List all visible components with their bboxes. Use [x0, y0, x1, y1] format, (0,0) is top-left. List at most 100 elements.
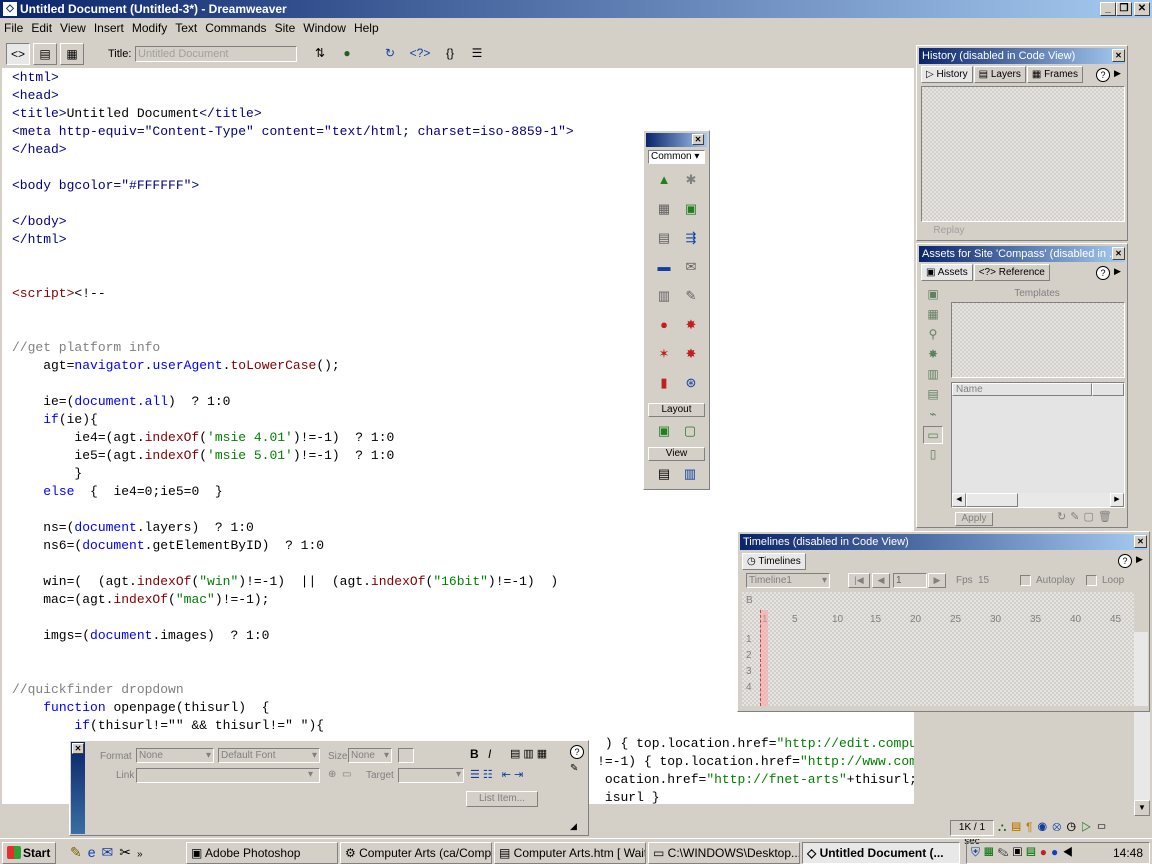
more-chevron-icon[interactable]: »	[137, 849, 149, 860]
colors-icon[interactable]: ▦	[923, 306, 943, 324]
title-input[interactable]: Untitled Document	[135, 46, 297, 62]
assets-scroll-thumb[interactable]	[966, 493, 1018, 507]
browse-folder-icon[interactable]: ▭	[342, 769, 351, 780]
urls-icon[interactable]: ⚲	[923, 326, 943, 344]
list-indent-icons[interactable]: ☰☷ ⇤⇥	[470, 768, 526, 781]
templates-icon[interactable]: ▭	[923, 426, 943, 444]
assets-apply-button[interactable]: Apply	[955, 512, 993, 526]
timelines-close-icon[interactable]: ✕	[1134, 535, 1147, 548]
objects-panel-close-icon[interactable]: ✕	[692, 134, 704, 145]
assets-name-header[interactable]: Name	[952, 383, 1092, 396]
tab-assets[interactable]: ▣ Assets	[921, 264, 973, 281]
autoplay-checkbox[interactable]	[1020, 575, 1031, 586]
rollover-image-icon[interactable]: ✱	[679, 169, 703, 193]
tab-timelines[interactable]: ◷ Timelines	[742, 553, 806, 570]
rewind-icon[interactable]: |◀	[848, 573, 870, 588]
code-line[interactable]	[12, 501, 914, 519]
code-line[interactable]	[12, 375, 914, 393]
menu-insert[interactable]: Insert	[90, 18, 128, 38]
flash-button-icon[interactable]: ▮	[652, 372, 676, 396]
scroll-right-icon[interactable]: ▶	[1110, 493, 1124, 507]
standard-view-icon[interactable]: ▤	[652, 463, 676, 487]
play-icon[interactable]: ▶	[928, 573, 946, 588]
tab-reference[interactable]: <?> Reference	[973, 264, 1050, 281]
code-line[interactable]: if(ie){	[12, 411, 914, 429]
horizontal-rule-icon[interactable]: ▬	[652, 256, 676, 280]
close-button[interactable]: ✕	[1134, 2, 1150, 16]
fireworks-html-icon[interactable]: ●	[652, 314, 676, 338]
network-icon[interactable]: ▦	[984, 845, 998, 859]
assets-launcher-icon[interactable]: ▤	[1011, 820, 1026, 834]
italic-icon[interactable]: I	[488, 747, 491, 761]
code-line[interactable]: <html>	[12, 69, 914, 87]
pen-icon[interactable]: ✎	[998, 845, 1013, 859]
code-line[interactable]: <body bgcolor="#FFFFFF">	[12, 177, 914, 195]
code-line[interactable]	[12, 249, 914, 267]
site-icon[interactable]: ⛬	[998, 820, 1011, 834]
tab-frames[interactable]: ▦ Frames	[1026, 66, 1083, 83]
timelines-arrow-icon[interactable]: ▶	[1136, 554, 1143, 565]
volume-icon[interactable]: ◀	[1062, 845, 1077, 859]
code-navigation-icon[interactable]: {}	[438, 43, 462, 65]
code-line[interactable]	[12, 303, 914, 321]
link-dropdown-icon[interactable]: ▾	[308, 769, 313, 780]
blue-icon[interactable]: ●	[1051, 845, 1062, 859]
scripts-icon[interactable]: ⌁	[923, 406, 943, 424]
code-line[interactable]: <head>	[12, 87, 914, 105]
timeline-select[interactable]: Timeline1 ▾	[746, 573, 830, 588]
standard-layout-icon[interactable]: ▣	[652, 420, 676, 444]
antivirus-icon[interactable]: ●	[1040, 845, 1051, 859]
edit-icon[interactable]: ✎	[1070, 511, 1083, 523]
image-icon[interactable]: ▲	[652, 169, 676, 193]
replay-button[interactable]: Replay	[923, 224, 975, 238]
layout-view-icon[interactable]: ▥	[678, 463, 702, 487]
menu-modify[interactable]: Modify	[128, 18, 171, 38]
email-link-icon[interactable]: ✉	[679, 256, 703, 280]
code-line[interactable]: }	[12, 465, 914, 483]
code-view-button[interactable]: <>	[6, 43, 30, 65]
history-help-icon[interactable]: ?	[1096, 68, 1110, 82]
code-line[interactable]	[12, 159, 914, 177]
tab-layers[interactable]: ▤ Layers	[973, 66, 1026, 83]
scroll-down-icon[interactable]: ▼	[1134, 800, 1150, 816]
code-line[interactable]: </html>	[12, 231, 914, 249]
menu-text[interactable]: Text	[171, 18, 201, 38]
reference-icon[interactable]: <?>	[405, 43, 435, 65]
color-swatch[interactable]	[398, 748, 414, 763]
bold-icon[interactable]: B	[470, 747, 479, 761]
navigation-bar-icon[interactable]: ⇶	[679, 227, 703, 251]
new-icon[interactable]: ▢	[1083, 511, 1097, 523]
point-to-file-icon[interactable]: ⊕	[328, 769, 336, 780]
menu-view[interactable]: View	[56, 18, 90, 38]
properties-help-icon[interactable]: ?	[570, 745, 584, 759]
timelines-help-icon[interactable]: ?	[1118, 554, 1132, 568]
preview-globe-icon[interactable]: ●	[335, 43, 359, 65]
code-line[interactable]: <meta http-equiv="Content-Type" content=…	[12, 123, 914, 141]
task-untitled-document[interactable]: ◇ Untitled Document (...	[802, 842, 960, 864]
code-line[interactable]: agt=navigator.userAgent.toLowerCase();	[12, 357, 914, 375]
align-icons[interactable]: ▤▥▦	[510, 747, 550, 760]
maximize-button[interactable]: ❐	[1116, 2, 1132, 16]
size-select[interactable]: None ▾	[348, 748, 392, 763]
refresh-icon[interactable]: ↻	[378, 43, 402, 65]
layer-icon[interactable]: ▤	[652, 227, 676, 251]
task-desktop-folder[interactable]: ▭ C:\WINDOWS\Desktop...	[648, 842, 800, 864]
css-styles-icon[interactable]: ◉	[1037, 820, 1052, 834]
library-icon[interactable]: ▯	[923, 446, 943, 464]
shield-icon[interactable]: ⛨	[971, 845, 984, 859]
history-close-icon[interactable]: ✕	[1112, 49, 1125, 62]
flash-text-icon[interactable]: ⊛	[679, 372, 703, 396]
code-line[interactable]	[12, 195, 914, 213]
flash-assets-icon[interactable]: ✸	[923, 346, 943, 364]
mixer-icon[interactable]: ▤	[1026, 845, 1040, 859]
server-side-include-icon[interactable]: ✎	[679, 285, 703, 309]
font-select[interactable]: Default Font ▾	[218, 748, 320, 763]
layout-table-icon[interactable]: ▢	[678, 420, 702, 444]
monitor-icon[interactable]: ▣	[1013, 845, 1027, 859]
code-line[interactable]: if(thisurl!="" && thisurl!=" "){	[12, 717, 914, 735]
frame-input[interactable]: 1	[893, 573, 927, 588]
shockwave-assets-icon[interactable]: ▥	[923, 366, 943, 384]
playhead[interactable]	[760, 610, 768, 706]
fps-value[interactable]: 15	[978, 575, 989, 586]
shockwave-icon[interactable]: ✶	[652, 343, 676, 367]
